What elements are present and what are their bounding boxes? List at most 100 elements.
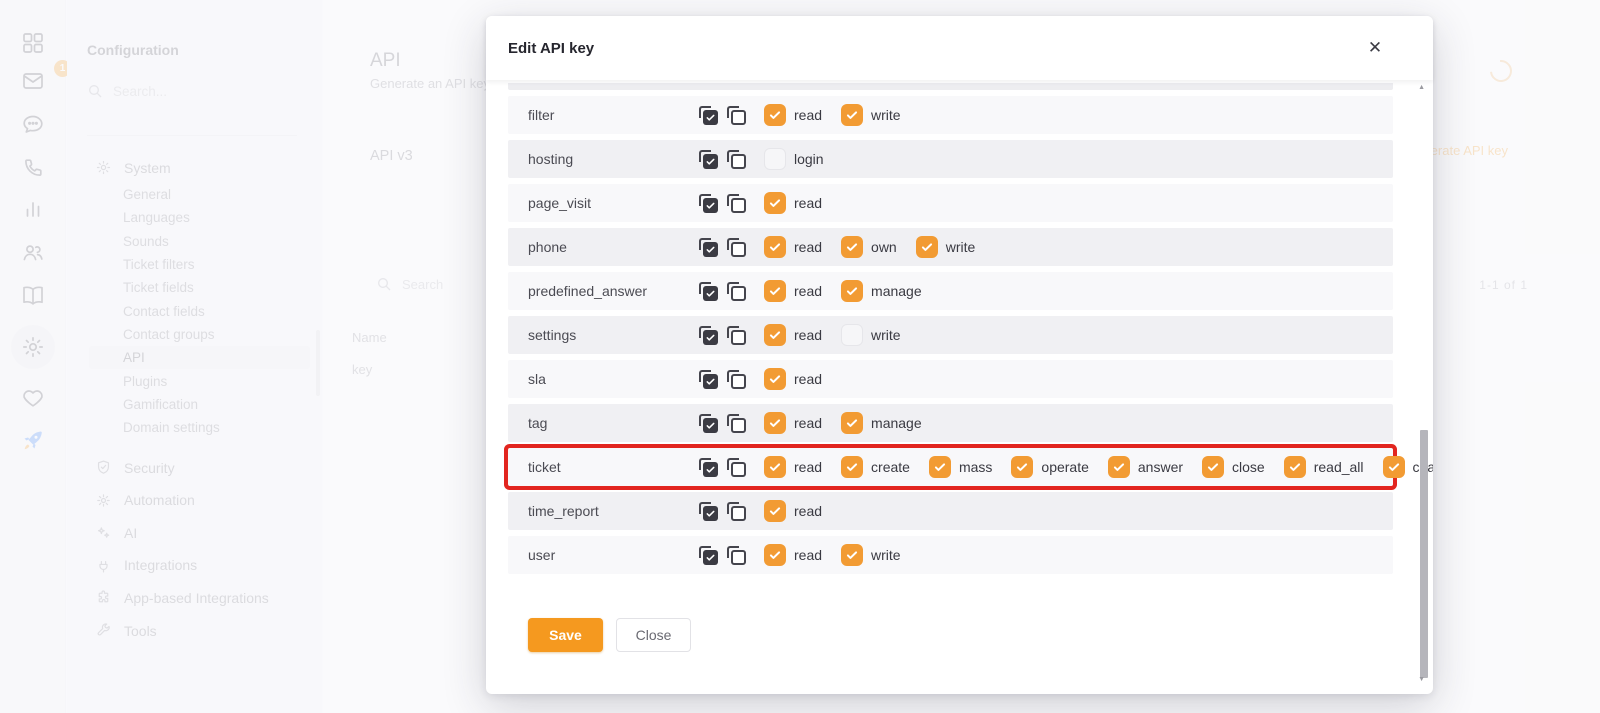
stack-front: [731, 198, 746, 213]
copy-permissions-icon[interactable]: [726, 457, 747, 478]
select-all-permissions-icon[interactable]: [698, 105, 719, 126]
permission-phone-write: write: [916, 236, 976, 258]
copy-permissions-icon[interactable]: [726, 149, 747, 170]
permission-ticket-create: create: [841, 456, 910, 478]
checkbox-checked-read[interactable]: [764, 104, 786, 126]
select-all-permissions-icon[interactable]: [698, 501, 719, 522]
permission-row-settings: settingsreadwrite: [508, 316, 1393, 354]
select-all-permissions-icon[interactable]: [698, 149, 719, 170]
cancel-button[interactable]: Close: [616, 618, 691, 652]
permission-resource-name: ticket: [528, 459, 698, 475]
permission-page_visit-read: read: [764, 192, 822, 214]
permission-phone-own: own: [841, 236, 897, 258]
permission-row-filter: filterreadwrite: [508, 96, 1393, 134]
modal-body: filterreadwritehostingloginpage_visitrea…: [486, 80, 1433, 694]
permission-label: read: [794, 371, 822, 387]
permissions-table: filterreadwritehostingloginpage_visitrea…: [486, 96, 1433, 574]
permission-sla-read: read: [764, 368, 822, 390]
close-icon[interactable]: ✕: [1363, 36, 1387, 60]
permission-settings-write: write: [841, 324, 901, 346]
permission-resource-name: settings: [528, 327, 698, 343]
scroll-up-arrow[interactable]: ▲: [1418, 84, 1425, 91]
permission-label: read: [794, 239, 822, 255]
checkbox-checked-create[interactable]: [841, 456, 863, 478]
checkbox-checked-mass[interactable]: [929, 456, 951, 478]
scroll-down-arrow[interactable]: ▼: [1418, 676, 1425, 683]
checkbox-checked-read[interactable]: [764, 412, 786, 434]
permission-label: answer: [1138, 459, 1183, 475]
copy-permissions-icon[interactable]: [726, 545, 747, 566]
stack-front: [703, 462, 718, 477]
save-button[interactable]: Save: [528, 618, 603, 652]
permission-label: own: [871, 239, 897, 255]
permission-phone-read: read: [764, 236, 822, 258]
permission-filter-write: write: [841, 104, 901, 126]
checkbox-checked-read_all[interactable]: [1284, 456, 1306, 478]
select-all-permissions-icon[interactable]: [698, 369, 719, 390]
permission-label: read: [794, 547, 822, 563]
select-all-permissions-icon[interactable]: [698, 457, 719, 478]
modal-scrollbar-thumb[interactable]: [1420, 430, 1428, 678]
checkbox-checked-write[interactable]: [916, 236, 938, 258]
permission-row-tag: tagreadmanage: [508, 404, 1393, 442]
stack-front: [731, 286, 746, 301]
checkbox-checked-manage[interactable]: [841, 280, 863, 302]
stack-front: [731, 506, 746, 521]
checkbox-checked-read[interactable]: [764, 236, 786, 258]
checkbox-checked-read[interactable]: [764, 456, 786, 478]
permission-label: read: [794, 107, 822, 123]
select-all-permissions-icon[interactable]: [698, 193, 719, 214]
checkbox-checked-change_state[interactable]: [1383, 456, 1405, 478]
checkbox-checked-write[interactable]: [841, 544, 863, 566]
copy-permissions-icon[interactable]: [726, 325, 747, 346]
checkbox-checked-read[interactable]: [764, 192, 786, 214]
modal-header: Edit API key ✕: [486, 16, 1433, 80]
checkbox-checked-read[interactable]: [764, 324, 786, 346]
checkbox-unchecked-login[interactable]: [764, 148, 786, 170]
permission-tag-manage: manage: [841, 412, 922, 434]
stack-front: [703, 154, 718, 169]
stack-front: [731, 330, 746, 345]
select-all-permissions-icon[interactable]: [698, 413, 719, 434]
select-all-permissions-icon[interactable]: [698, 281, 719, 302]
permission-row-user: userreadwrite: [508, 536, 1393, 574]
copy-permissions-icon[interactable]: [726, 193, 747, 214]
copy-permissions-icon[interactable]: [726, 237, 747, 258]
checkbox-checked-read[interactable]: [764, 544, 786, 566]
checkbox-checked-operate[interactable]: [1011, 456, 1033, 478]
permission-ticket-operate: operate: [1011, 456, 1088, 478]
checkbox-unchecked-write[interactable]: [841, 324, 863, 346]
copy-permissions-icon[interactable]: [726, 105, 747, 126]
copy-permissions-icon[interactable]: [726, 413, 747, 434]
stack-front: [731, 110, 746, 125]
copy-permissions-icon[interactable]: [726, 501, 747, 522]
checkbox-checked-close[interactable]: [1202, 456, 1224, 478]
copy-permissions-icon[interactable]: [726, 281, 747, 302]
permission-label: create: [871, 459, 910, 475]
select-all-permissions-icon[interactable]: [698, 325, 719, 346]
checkbox-checked-own[interactable]: [841, 236, 863, 258]
checkbox-checked-read[interactable]: [764, 280, 786, 302]
permission-label: write: [871, 327, 901, 343]
modal-title: Edit API key: [508, 40, 594, 57]
stack-front: [731, 550, 746, 565]
stack-front: [731, 418, 746, 433]
checkbox-checked-read[interactable]: [764, 368, 786, 390]
permission-row-ticket: ticketreadcreatemassoperateanswerclosere…: [508, 448, 1393, 486]
copy-permissions-icon[interactable]: [726, 369, 747, 390]
checkbox-checked-manage[interactable]: [841, 412, 863, 434]
checkbox-checked-write[interactable]: [841, 104, 863, 126]
permission-ticket-answer: answer: [1108, 456, 1183, 478]
checkbox-checked-answer[interactable]: [1108, 456, 1130, 478]
permission-user-read: read: [764, 544, 822, 566]
stack-front: [731, 462, 746, 477]
permission-row-hosting: hostinglogin: [508, 140, 1393, 178]
scrolled-partial-row: [508, 83, 1393, 90]
select-all-permissions-icon[interactable]: [698, 237, 719, 258]
stack-front: [731, 374, 746, 389]
permission-filter-read: read: [764, 104, 822, 126]
select-all-permissions-icon[interactable]: [698, 545, 719, 566]
checkbox-checked-read[interactable]: [764, 500, 786, 522]
permission-row-time_report: time_reportread: [508, 492, 1393, 530]
permission-label: mass: [959, 459, 992, 475]
